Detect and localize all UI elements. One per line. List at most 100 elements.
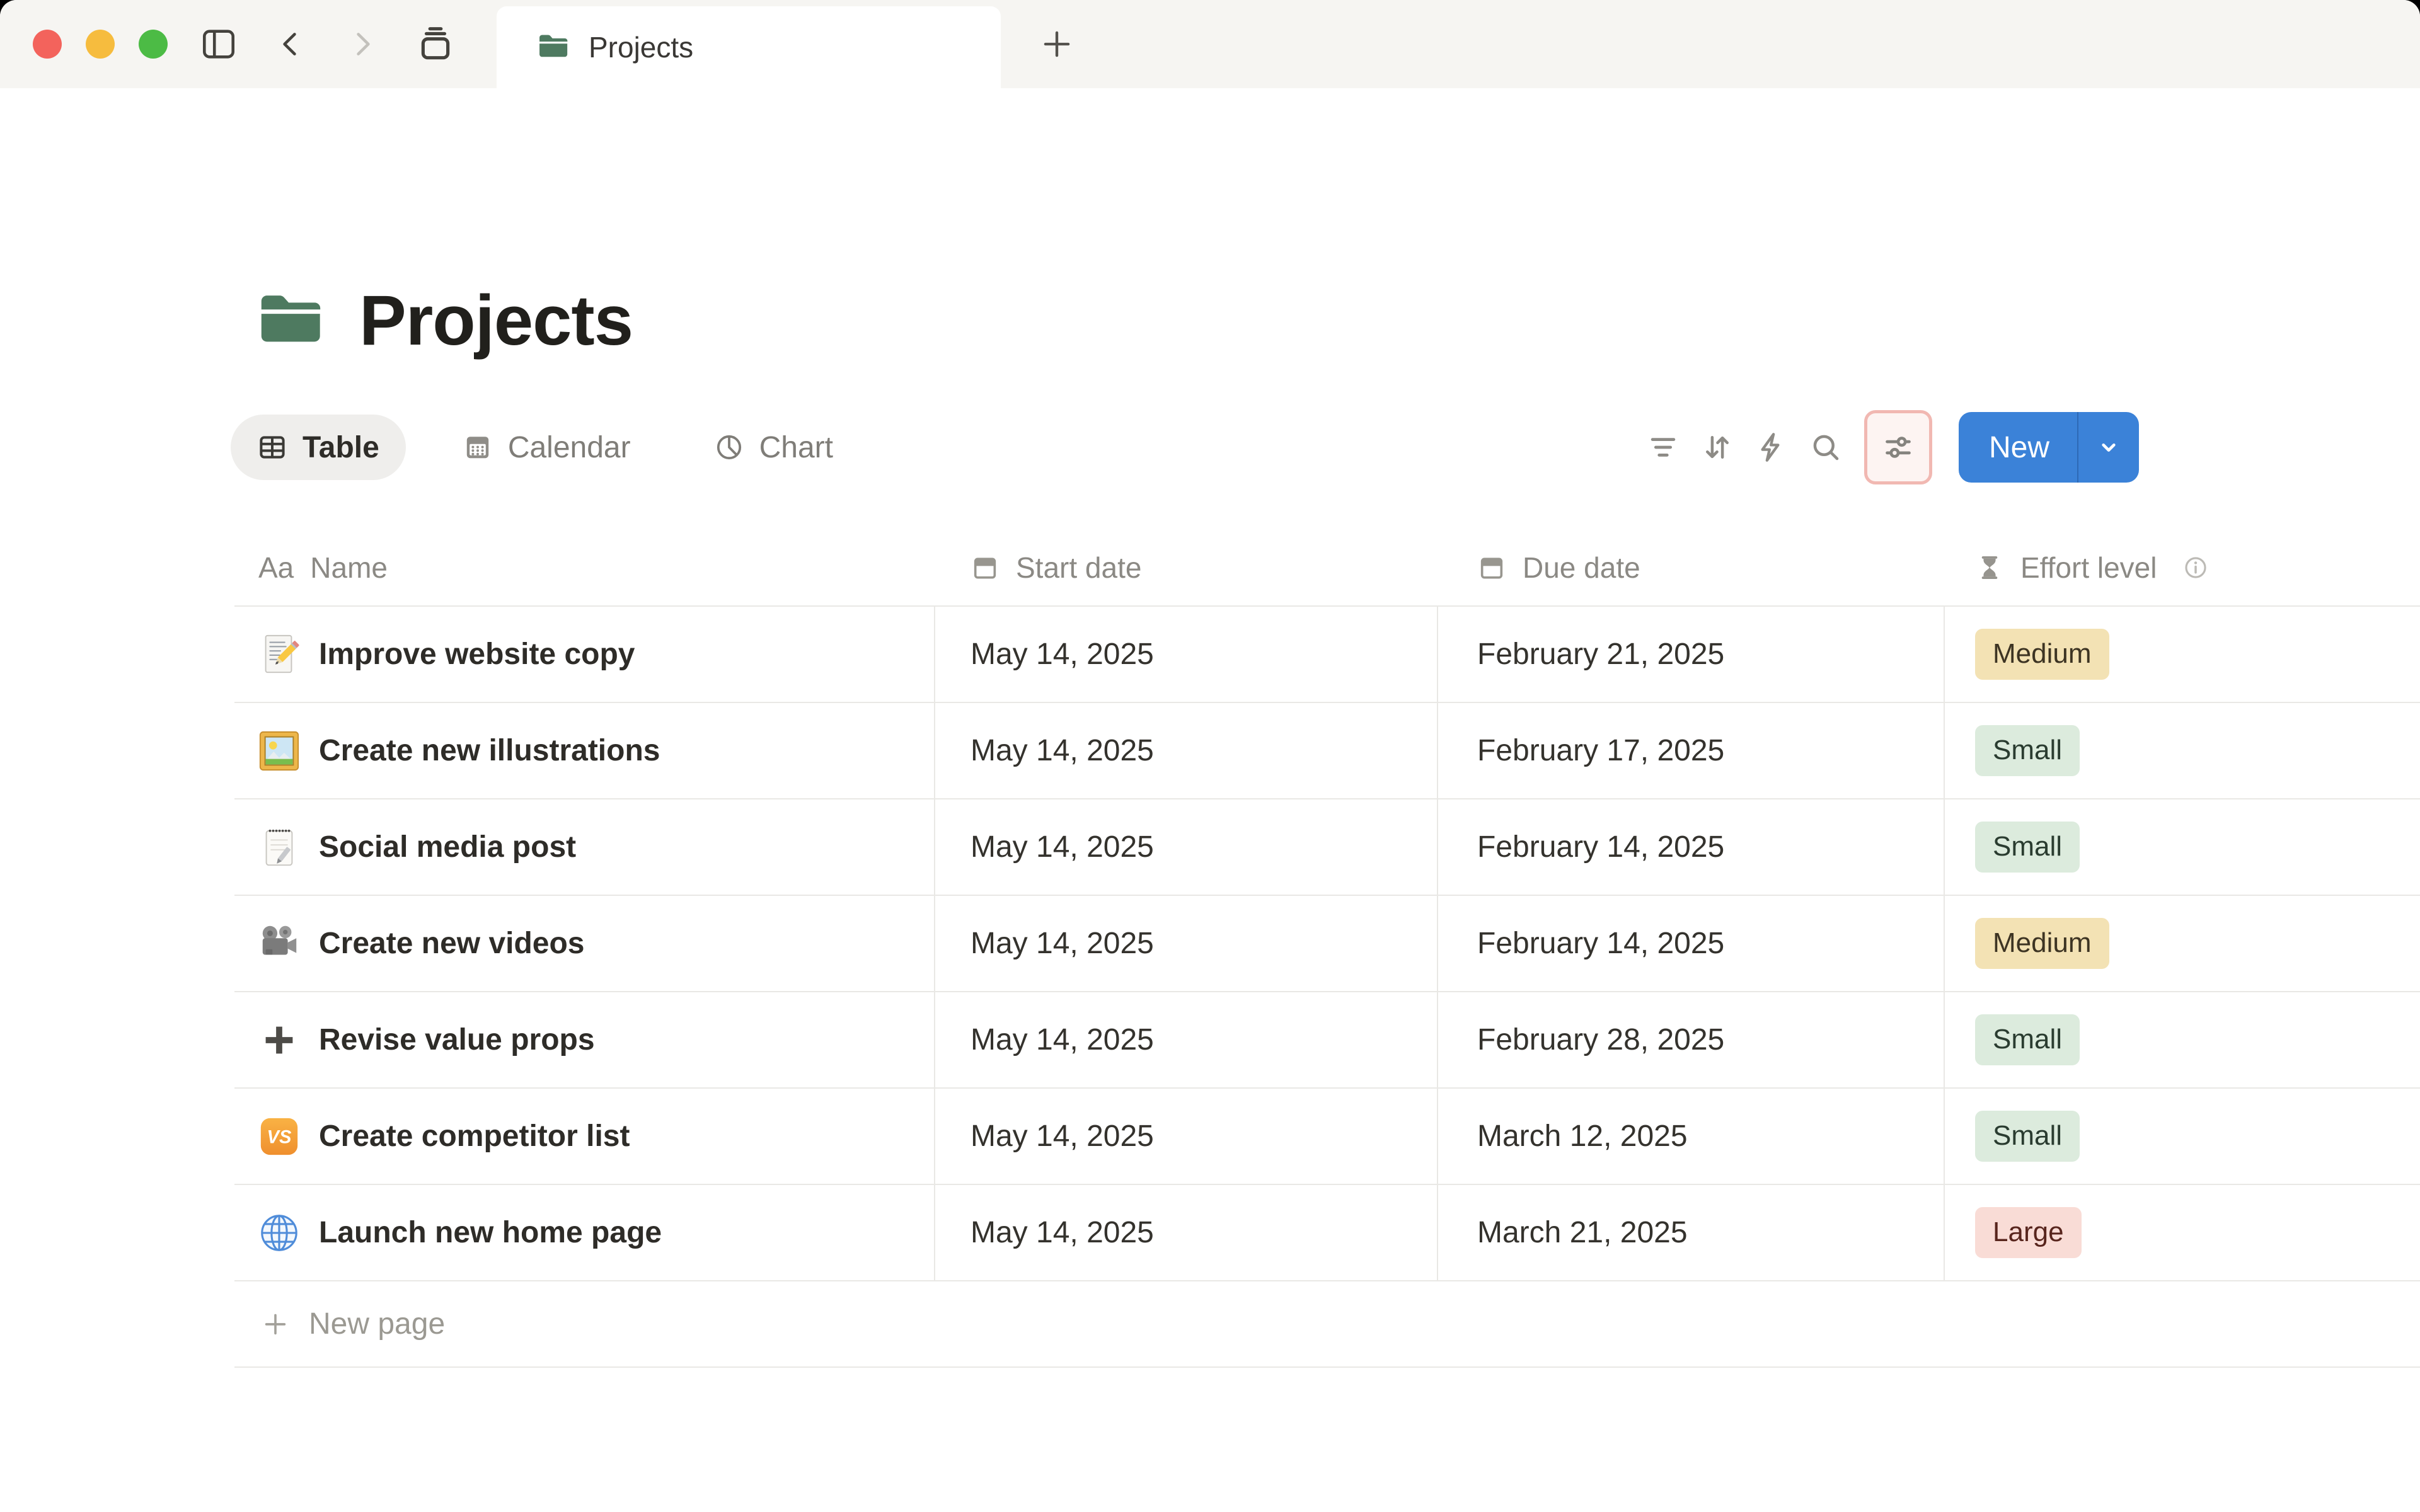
column-header-effort-level[interactable]: Effort level	[1944, 529, 2420, 605]
page-name: Revise value props	[319, 1023, 595, 1057]
due-date-cell[interactable]: February 28, 2025	[1437, 992, 1944, 1087]
date-value: February 21, 2025	[1477, 638, 1725, 671]
date-value: March 12, 2025	[1477, 1120, 1688, 1153]
page-name: Create new illustrations	[319, 734, 660, 767]
start-date-cell[interactable]: May 14, 2025	[934, 1185, 1437, 1280]
tab-projects[interactable]: Projects	[497, 6, 1001, 88]
spiral-notepad-emoji	[265, 829, 293, 866]
new-button[interactable]: New	[1959, 412, 2077, 483]
due-date-cell[interactable]: February 14, 2025	[1437, 799, 1944, 895]
app-window: Projects Projects Table Calendar Chart N…	[0, 0, 2420, 1512]
start-date-cell[interactable]: May 14, 2025	[934, 896, 1437, 991]
back-icon[interactable]	[275, 28, 308, 60]
name-cell[interactable]: Revise value props	[234, 992, 934, 1087]
start-date-cell[interactable]: May 14, 2025	[934, 703, 1437, 798]
table-icon	[260, 436, 285, 459]
column-label: Start date	[1016, 551, 1142, 584]
filter-button[interactable]	[1636, 413, 1690, 482]
effort-cell[interactable]: Medium	[1944, 896, 2420, 991]
search-button[interactable]	[1799, 413, 1853, 482]
zoom-window-button[interactable]	[139, 30, 168, 59]
page-header: Projects	[253, 280, 633, 361]
date-value: February 14, 2025	[1477, 927, 1725, 960]
text-property-icon: Aa	[258, 551, 294, 584]
column-header-start-date[interactable]: Start date	[934, 529, 1437, 605]
start-date-cell[interactable]: May 14, 2025	[934, 992, 1437, 1087]
database-toolbar: New	[1636, 408, 2140, 486]
view-tab-label: Calendar	[507, 430, 631, 464]
new-button-label: New	[1989, 430, 2050, 464]
page-name: Improve website copy	[319, 638, 635, 671]
name-cell[interactable]: Create new illustrations	[234, 703, 934, 798]
new-split-button: New	[1959, 412, 2140, 483]
forward-icon[interactable]	[345, 28, 378, 60]
date-value: May 14, 2025	[971, 1120, 1154, 1153]
view-tab-table[interactable]: Table	[231, 415, 406, 480]
plus-emoji	[265, 1026, 293, 1053]
chevron-down-icon	[2102, 443, 2116, 452]
plus-icon	[1044, 31, 1070, 57]
table-row[interactable]: Improve website copy May 14, 2025 Februa…	[234, 607, 2420, 703]
new-page-button[interactable]: New page	[234, 1281, 2420, 1368]
page-name: Launch new home page	[319, 1216, 662, 1249]
table-header: Aa Name Start date Due date Effort level	[234, 529, 2420, 607]
due-date-cell[interactable]: February 17, 2025	[1437, 703, 1944, 798]
effort-badge: Large	[1975, 1207, 2082, 1258]
name-cell[interactable]: Create new videos	[234, 896, 934, 991]
close-window-button[interactable]	[33, 30, 62, 59]
due-date-cell[interactable]: February 21, 2025	[1437, 607, 1944, 702]
view-tab-label: Chart	[759, 430, 833, 464]
new-page-label: New page	[309, 1307, 446, 1341]
start-date-cell[interactable]: May 14, 2025	[934, 1089, 1437, 1184]
name-cell[interactable]: Improve website copy	[234, 607, 934, 702]
name-cell[interactable]: VS Create competitor list	[234, 1089, 934, 1184]
effort-cell[interactable]: Large	[1944, 1185, 2420, 1280]
view-tab-chart[interactable]: Chart	[688, 415, 860, 480]
page-name: Create new videos	[319, 927, 585, 960]
effort-badge: Small	[1975, 822, 2080, 873]
new-button-dropdown[interactable]	[2078, 412, 2139, 483]
date-value: May 14, 2025	[971, 1023, 1154, 1057]
minimize-window-button[interactable]	[86, 30, 115, 59]
due-date-cell[interactable]: February 14, 2025	[1437, 896, 1944, 991]
name-cell[interactable]: Social media post	[234, 799, 934, 895]
effort-cell[interactable]: Medium	[1944, 607, 2420, 702]
automations-button[interactable]	[1744, 413, 1799, 482]
start-date-cell[interactable]: May 14, 2025	[934, 607, 1437, 702]
date-value: May 14, 2025	[971, 830, 1154, 864]
start-date-cell[interactable]: May 14, 2025	[934, 799, 1437, 895]
table-row[interactable]: Create new illustrations May 14, 2025 Fe…	[234, 703, 2420, 799]
table-row[interactable]: Launch new home page May 14, 2025 March …	[234, 1185, 2420, 1281]
name-cell[interactable]: Launch new home page	[234, 1185, 934, 1280]
due-date-cell[interactable]: March 12, 2025	[1437, 1089, 1944, 1184]
sort-button[interactable]	[1690, 413, 1744, 482]
effort-cell[interactable]: Small	[1944, 703, 2420, 798]
tab-stack-icon[interactable]	[416, 25, 455, 64]
folder-icon	[536, 28, 571, 67]
new-tab-button[interactable]	[1016, 0, 1098, 88]
view-settings-button[interactable]	[1864, 410, 1932, 484]
vs-emoji: VS	[260, 1118, 298, 1155]
column-label: Due date	[1523, 551, 1640, 584]
table-row[interactable]: Revise value props May 14, 2025 February…	[234, 992, 2420, 1089]
effort-cell[interactable]: Small	[1944, 992, 2420, 1087]
sidebar-toggle-icon[interactable]	[200, 26, 237, 62]
table-row[interactable]: Create new videos May 14, 2025 February …	[234, 896, 2420, 992]
column-header-due-date[interactable]: Due date	[1437, 529, 1944, 605]
page-title[interactable]: Projects	[359, 280, 633, 361]
tab-title: Projects	[589, 31, 694, 64]
calendar-icon	[1480, 557, 1503, 579]
effort-badge: Medium	[1975, 629, 2109, 680]
table-row[interactable]: VS Create competitor list May 14, 2025 M…	[234, 1089, 2420, 1185]
table-body: Improve website copy May 14, 2025 Februa…	[234, 607, 2420, 1281]
date-value: May 14, 2025	[971, 734, 1154, 767]
table-row[interactable]: Social media post May 14, 2025 February …	[234, 799, 2420, 896]
due-date-cell[interactable]: March 21, 2025	[1437, 1185, 1944, 1280]
framed-picture-emoji	[259, 731, 299, 770]
view-tab-calendar[interactable]: Calendar	[436, 415, 657, 480]
effort-cell[interactable]: Small	[1944, 799, 2420, 895]
effort-badge: Small	[1975, 1014, 2080, 1065]
column-header-name[interactable]: Aa Name	[234, 529, 934, 605]
info-icon[interactable]	[2182, 554, 2210, 581]
effort-cell[interactable]: Small	[1944, 1089, 2420, 1184]
